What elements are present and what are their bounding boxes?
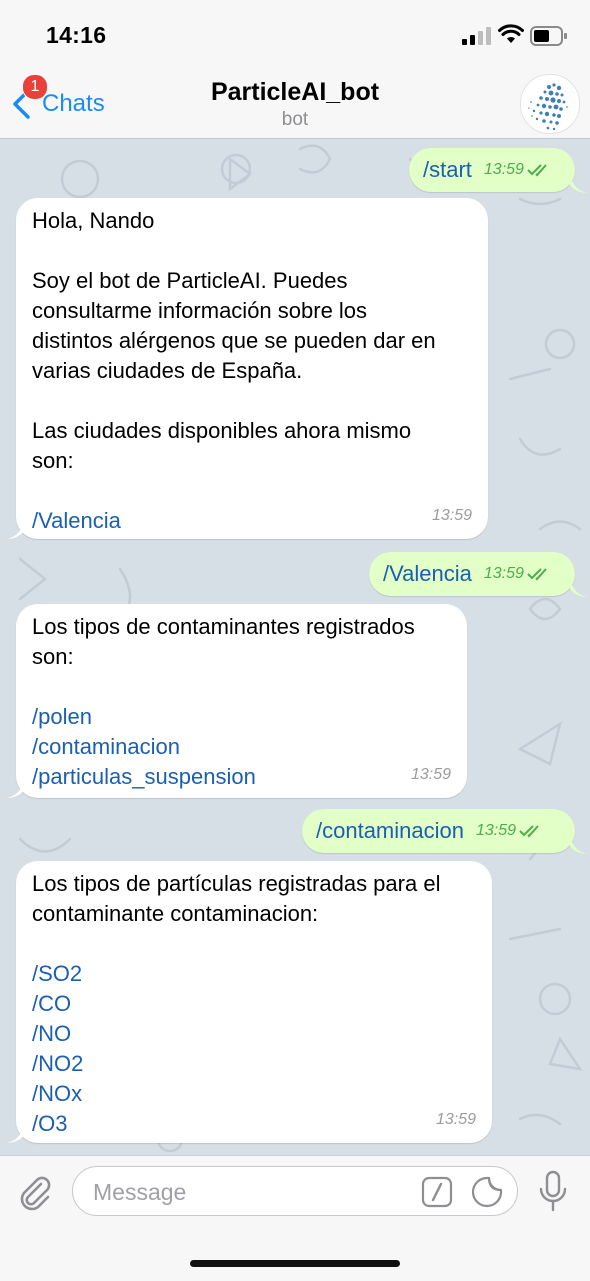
outgoing-message[interactable]: /start 13:59: [409, 148, 575, 192]
double-check-icon: [527, 568, 547, 581]
chat-subtitle: bot: [281, 109, 309, 130]
command-link-polen[interactable]: /polen: [32, 702, 451, 732]
command-link-o3[interactable]: /O3: [32, 1109, 476, 1139]
bubble-tail: [570, 579, 588, 597]
message-line: [32, 236, 472, 266]
message-text[interactable]: /start: [423, 155, 472, 185]
command-link-particulas-suspension[interactable]: /particulas_suspension: [32, 762, 451, 792]
message-time: 13:59: [410, 766, 451, 783]
bot-avatar[interactable]: [520, 74, 580, 134]
message-line: [32, 476, 472, 506]
status-bar: 14:16: [0, 0, 590, 72]
chat-header: Chats 1 ParticleAI_bot bot: [0, 72, 590, 139]
message-text[interactable]: /contaminacion: [316, 816, 464, 846]
command-link-co[interactable]: /CO: [32, 989, 476, 1019]
incoming-message[interactable]: Hola, Nando Soy el bot de ParticleAI. Pu…: [16, 198, 488, 539]
chat-title-area[interactable]: ParticleAI_bot bot: [0, 78, 590, 131]
command-link-no[interactable]: /NO: [32, 1019, 476, 1049]
message-line: Los tipos de partículas registradas para…: [32, 871, 441, 896]
home-indicator[interactable]: [190, 1260, 400, 1267]
command-link-contaminacion[interactable]: /contaminacion: [32, 732, 451, 762]
cellular-signal-icon: [462, 27, 491, 45]
command-link-valencia[interactable]: /Valencia: [32, 506, 472, 536]
bubble-tail: [570, 175, 588, 193]
message-list[interactable]: /start 13:59 Hola, Nando Soy el bot de P…: [0, 139, 590, 1155]
status-time: 14:16: [46, 22, 107, 48]
message-line: distintos alérgenos que se pueden dar en: [32, 328, 436, 353]
outgoing-message[interactable]: /contaminacion 13:59: [302, 809, 575, 853]
outgoing-message[interactable]: /Valencia 13:59: [369, 552, 575, 596]
double-check-icon: [519, 825, 539, 838]
message-line: Soy el bot de ParticleAI. Puedes: [32, 268, 348, 293]
paperclip-icon[interactable]: [14, 1172, 54, 1212]
message-line: Las ciudades disponibles ahora mismo: [32, 418, 412, 443]
message-time: 13:59: [483, 565, 524, 582]
bubble-tail: [6, 780, 24, 798]
message-body: Los tipos de contaminantes registrados s…: [16, 604, 467, 792]
message-line: varias ciudades de España.: [32, 358, 303, 383]
message-input[interactable]: [91, 1174, 395, 1210]
message-line: son:: [32, 448, 74, 473]
message-line: [32, 929, 476, 959]
message-time: 13:59: [435, 1111, 476, 1128]
command-link-so2[interactable]: /SO2: [32, 959, 476, 989]
bubble-tail: [570, 836, 588, 854]
bubble-tail: [6, 521, 24, 539]
message-time: 13:59: [431, 507, 472, 524]
command-link-nox[interactable]: /NOx: [32, 1079, 476, 1109]
message-time: 13:59: [483, 161, 524, 178]
message-time: 13:59: [475, 822, 517, 839]
message-body: Los tipos de partículas registradas para…: [16, 861, 492, 1139]
message-line: [32, 386, 472, 416]
message-text[interactable]: /Valencia: [383, 559, 472, 589]
microphone-icon[interactable]: [538, 1170, 568, 1214]
message-line: Hola, Nando: [32, 208, 155, 233]
message-body: Hola, Nando Soy el bot de ParticleAI. Pu…: [16, 198, 488, 536]
message-line: son:: [32, 644, 74, 669]
incoming-message[interactable]: Los tipos de partículas registradas para…: [16, 861, 492, 1143]
message-field[interactable]: [72, 1166, 518, 1216]
battery-icon: [530, 26, 567, 46]
message-line: Los tipos de contaminantes registrados: [32, 614, 415, 639]
wifi-icon: [498, 24, 524, 43]
incoming-message[interactable]: Los tipos de contaminantes registrados s…: [16, 604, 467, 798]
message-line: consultarme información sobre los: [32, 298, 368, 323]
bubble-tail: [6, 1125, 24, 1143]
particle-logo-icon: [528, 83, 568, 131]
message-line: contaminante contaminacion:: [32, 901, 319, 926]
double-check-icon: [527, 164, 547, 177]
chat-title: ParticleAI_bot: [210, 78, 380, 106]
message-line: [32, 672, 451, 702]
slash-command-icon[interactable]: [421, 1176, 453, 1208]
sticker-icon[interactable]: [471, 1176, 503, 1208]
command-link-no2[interactable]: /NO2: [32, 1049, 476, 1079]
